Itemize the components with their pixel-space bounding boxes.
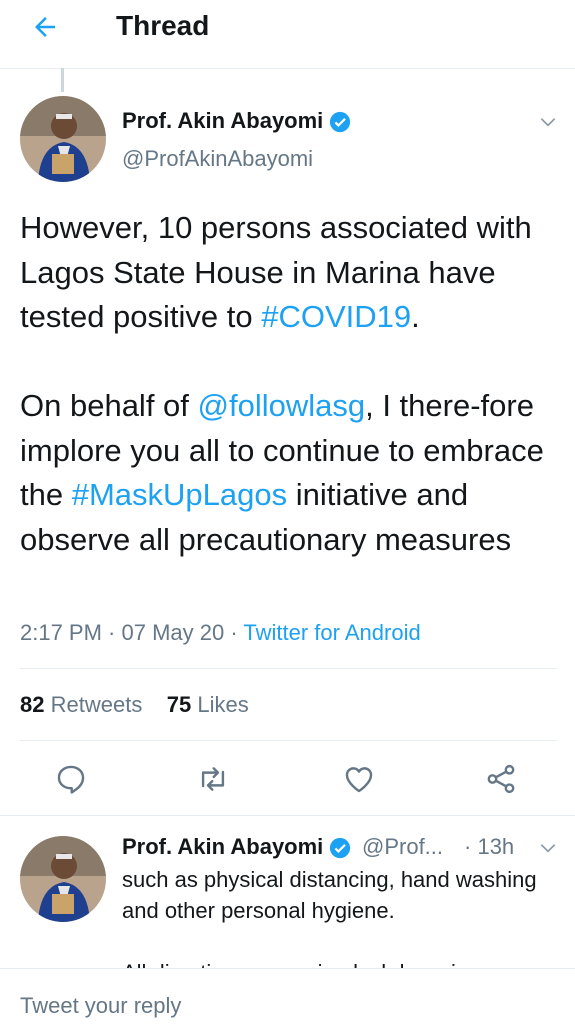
chevron-down-icon[interactable] (538, 112, 558, 132)
mention-link[interactable]: @followlasg (198, 388, 366, 423)
reply-author-name[interactable]: Prof. Akin Abayomi (122, 834, 351, 860)
page-title: Thread (116, 10, 210, 41)
retweet-icon[interactable] (196, 762, 230, 796)
share-icon[interactable] (484, 762, 518, 796)
top-bar: Thread (0, 0, 575, 69)
likes-stat[interactable]: 75 Likes (167, 692, 249, 717)
author-name[interactable]: Prof. Akin Abayomi (122, 108, 351, 134)
retweets-stat[interactable]: 82 Retweets (20, 692, 142, 717)
avatar[interactable] (20, 836, 106, 922)
tweet-text: However, 10 persons associated with Lago… (20, 210, 544, 557)
reply-composer[interactable]: Tweet your reply (0, 968, 575, 1024)
divider (20, 668, 557, 669)
tweet-timestamp: 2:17 PM · 07 May 20 · Twitter for Androi… (20, 620, 421, 645)
tweet-source-link[interactable]: Twitter for Android (243, 620, 420, 645)
reply-icon[interactable] (54, 762, 88, 796)
verified-badge-icon (330, 838, 351, 859)
hashtag-link[interactable]: #MaskUpLagos (72, 477, 287, 512)
heart-icon[interactable] (342, 762, 376, 796)
avatar[interactable] (20, 96, 106, 182)
chevron-down-icon[interactable] (538, 838, 558, 858)
reply-author-handle[interactable]: @Prof... (362, 834, 443, 860)
profile-photo-icon (20, 96, 106, 182)
divider (0, 815, 575, 816)
verified-badge-icon (330, 112, 351, 133)
reply-age: · 13h (464, 834, 515, 859)
engagement-stats: 82 Retweets 75 Likes (20, 690, 249, 720)
reply-input-placeholder[interactable]: Tweet your reply (20, 993, 181, 1019)
author-handle[interactable]: @ProfAkinAbayomi (122, 146, 313, 172)
divider (20, 740, 557, 741)
hashtag-link[interactable]: #COVID19 (261, 299, 411, 334)
back-arrow-icon[interactable] (30, 12, 60, 42)
profile-photo-icon (20, 836, 106, 922)
thread-connector-line (61, 68, 64, 92)
